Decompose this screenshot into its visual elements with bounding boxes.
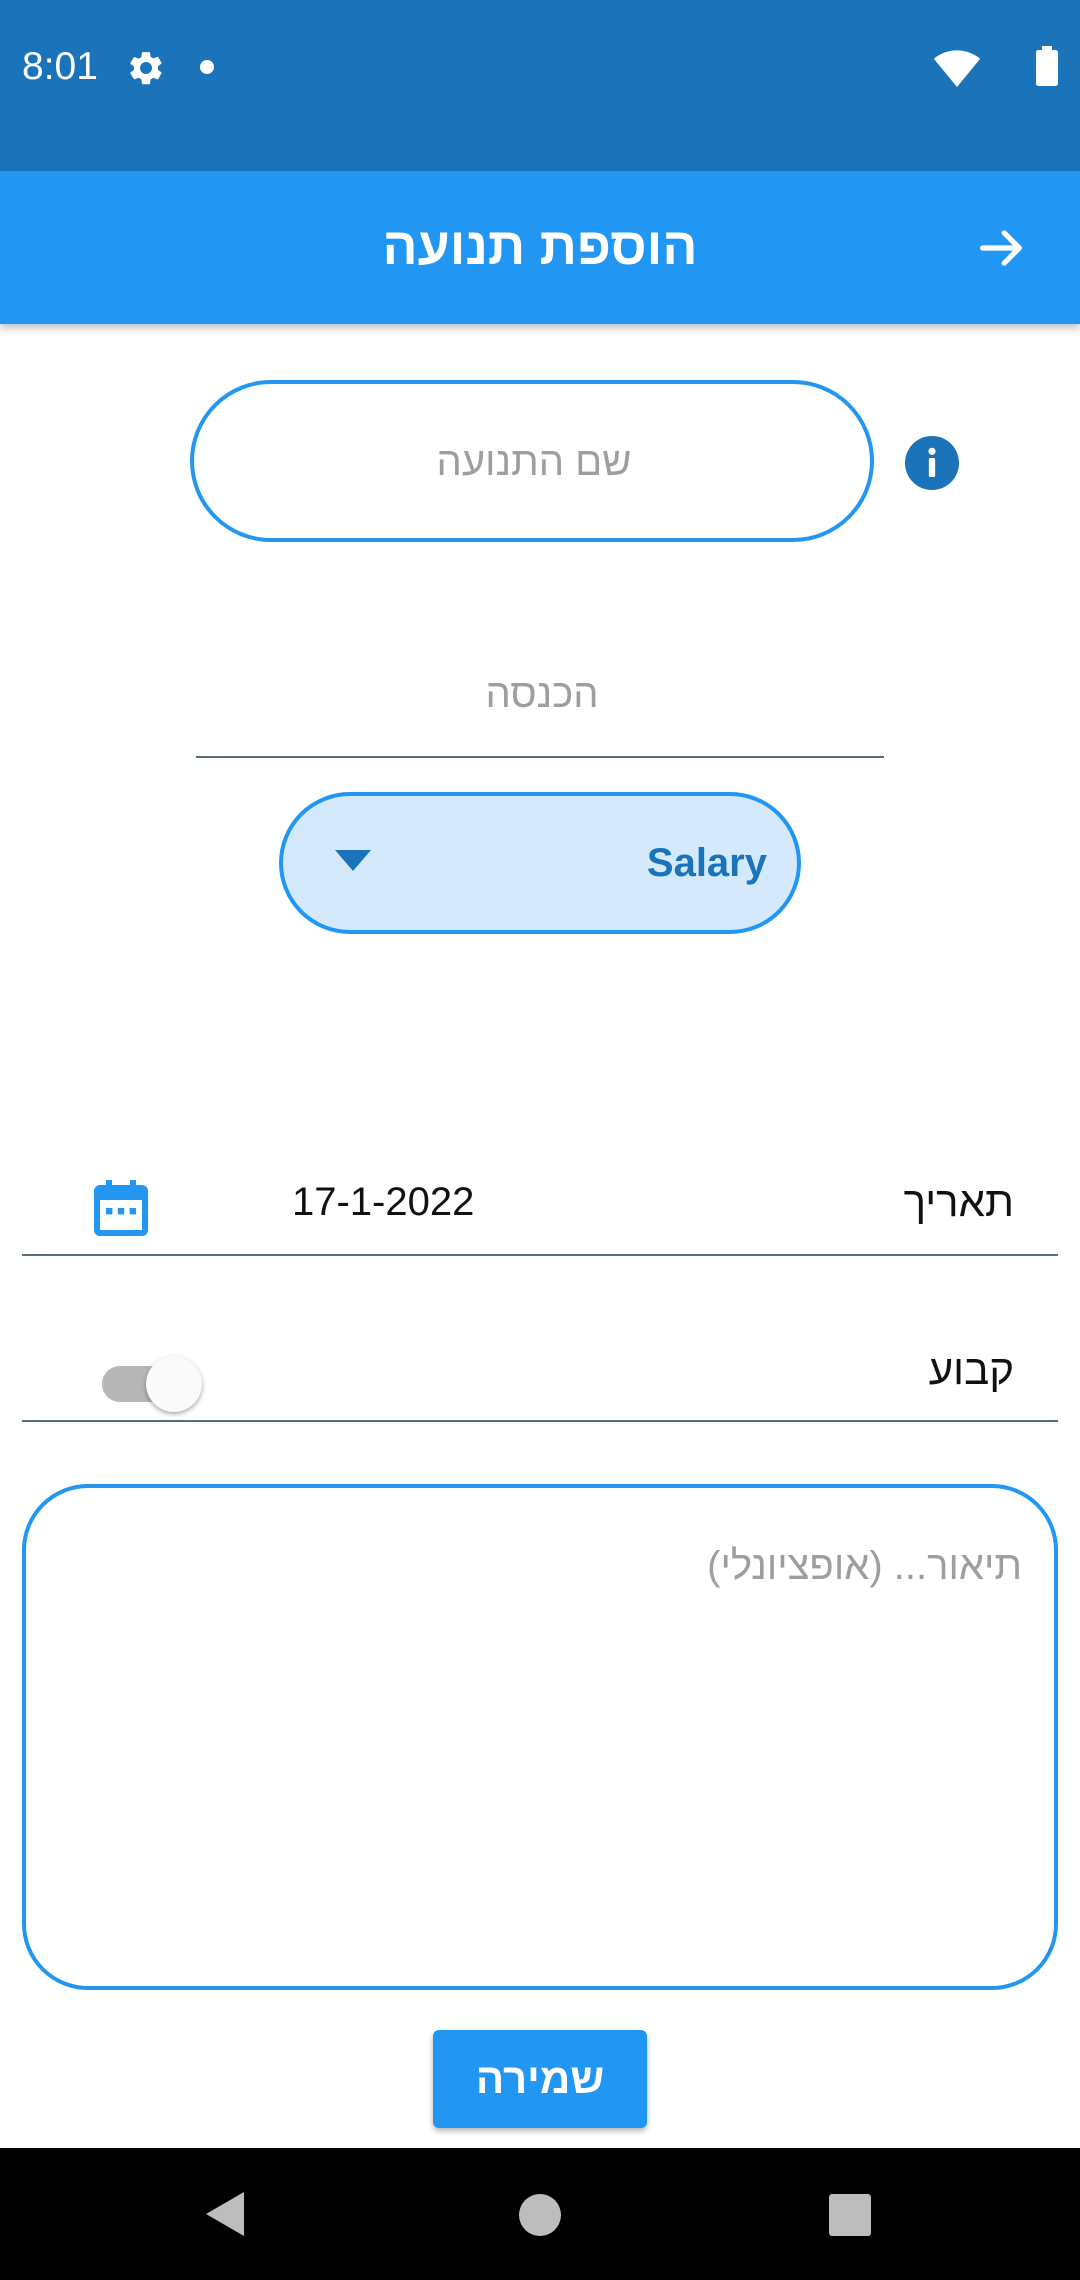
screen: 8:01 הוספת תנועה Salary xyxy=(0,0,1080,2280)
info-icon[interactable] xyxy=(905,436,959,490)
transaction-name-field[interactable] xyxy=(190,380,874,542)
description-field[interactable] xyxy=(22,1484,1058,1990)
category-dropdown[interactable]: Salary xyxy=(279,792,801,934)
recents-square-icon[interactable] xyxy=(829,2194,871,2236)
date-label: תאריך xyxy=(903,1178,1014,1225)
calendar-icon[interactable] xyxy=(94,1180,148,1236)
back-triangle-icon[interactable] xyxy=(204,2190,248,2238)
fixed-row: קבוע xyxy=(22,1330,1058,1422)
status-bar: 8:01 xyxy=(0,0,1080,171)
category-selected-label: Salary xyxy=(646,841,767,885)
transaction-name-input[interactable] xyxy=(194,384,874,540)
chevron-down-icon xyxy=(335,850,371,871)
notification-dot-icon xyxy=(200,60,214,74)
page-title: הוספת תנועה xyxy=(382,218,698,276)
fixed-toggle[interactable] xyxy=(102,1356,202,1412)
description-input[interactable] xyxy=(26,1488,1054,1986)
wifi-icon xyxy=(933,50,981,87)
status-time: 8:01 xyxy=(22,45,98,88)
date-value[interactable]: 17-1-2022 xyxy=(292,1180,474,1225)
toggle-thumb[interactable] xyxy=(146,1356,202,1412)
income-amount-input[interactable] xyxy=(196,630,888,758)
system-nav-bar xyxy=(0,2148,1080,2280)
app-bar: הוספת תנועה xyxy=(0,171,1080,324)
save-button[interactable]: שמירה xyxy=(433,2030,647,2128)
arrow-right-icon[interactable] xyxy=(976,222,1028,274)
gear-icon xyxy=(130,52,162,85)
home-circle-icon[interactable] xyxy=(519,2194,561,2236)
date-row[interactable]: תאריך 17-1-2022 xyxy=(22,1168,1058,1256)
income-amount-field[interactable] xyxy=(196,630,888,758)
battery-icon xyxy=(1036,46,1058,86)
fixed-label: קבוע xyxy=(928,1346,1014,1393)
